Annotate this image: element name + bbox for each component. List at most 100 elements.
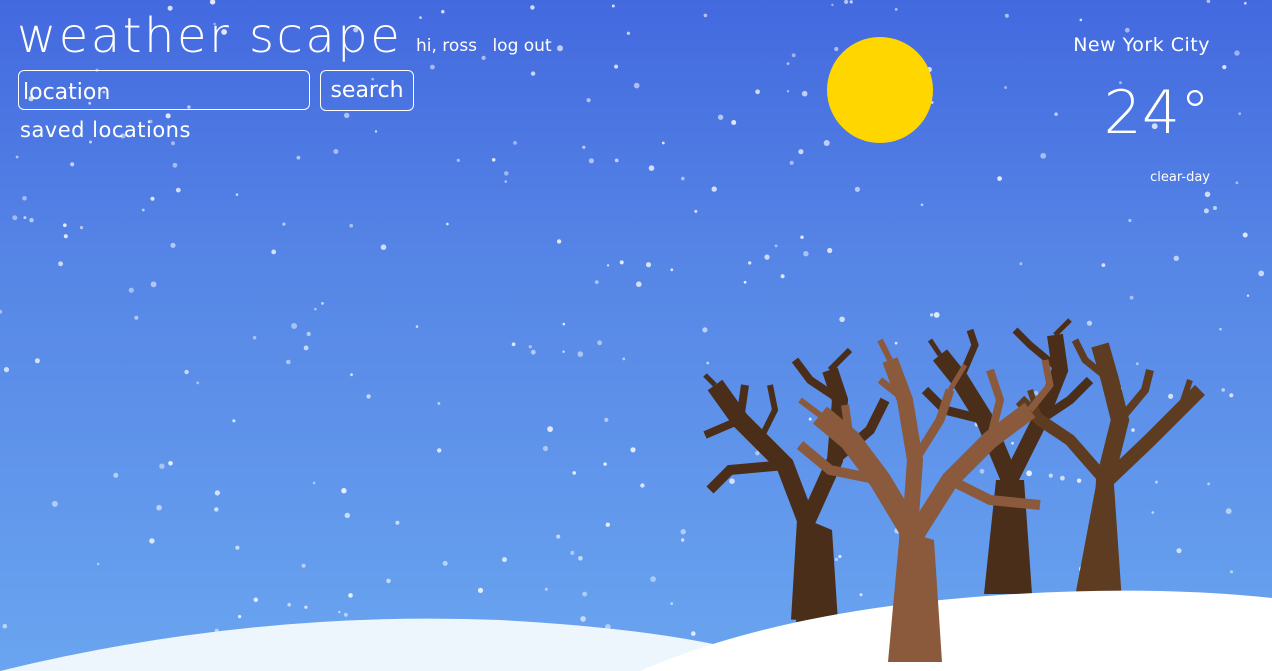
temperature-value: 24° — [1103, 78, 1210, 148]
snowflake — [542, 445, 549, 452]
snowflake — [415, 325, 419, 328]
snowflake — [1026, 470, 1032, 477]
snowflake — [349, 223, 354, 228]
snowflake — [789, 160, 794, 165]
snowflake — [930, 313, 934, 317]
snowflake — [839, 316, 845, 323]
snowflake — [703, 13, 708, 18]
snowflake — [51, 500, 58, 507]
snowflake — [572, 471, 576, 475]
snowflake — [282, 222, 286, 226]
search-button[interactable]: search — [320, 70, 414, 111]
snowflake — [1213, 206, 1217, 210]
snowflake — [1242, 232, 1248, 238]
snowflake — [586, 98, 591, 103]
snowflake — [743, 280, 747, 284]
snowflake — [1040, 152, 1047, 159]
snowflake — [1219, 327, 1222, 331]
snowflake — [350, 373, 353, 377]
snowflake — [748, 261, 752, 265]
snowflake — [23, 216, 27, 220]
snowflake — [619, 260, 624, 265]
snowflake — [803, 251, 809, 257]
location-search-input[interactable] — [18, 70, 310, 110]
snowflake — [338, 610, 341, 614]
snowflake — [780, 274, 785, 279]
snowflake — [333, 149, 339, 154]
snowflake — [633, 82, 640, 89]
weather-scene: weather scape hi, ross log out search sa… — [0, 0, 1272, 671]
snowflake — [1155, 480, 1158, 484]
snowflake — [172, 162, 178, 168]
snowflake — [1204, 191, 1211, 198]
snowflake — [491, 158, 496, 162]
snowflake — [604, 417, 609, 422]
snowflake — [808, 417, 812, 421]
snowflake — [170, 242, 176, 248]
snowflake — [544, 587, 548, 591]
snowflake — [1076, 478, 1082, 483]
app-title: weather scape — [17, 8, 403, 64]
snowflake — [271, 249, 277, 255]
snowflake — [979, 468, 985, 474]
snowflake — [694, 209, 698, 213]
snowflake — [603, 462, 607, 466]
snowflake — [661, 141, 665, 145]
snowflake — [159, 463, 165, 469]
snowflake — [933, 312, 940, 318]
snowflake — [849, 0, 853, 4]
snowflake — [844, 0, 849, 4]
snowflake — [196, 381, 200, 385]
snowflake — [854, 186, 861, 192]
snowflake — [997, 176, 1002, 182]
logout-link[interactable]: log out — [492, 36, 551, 56]
snowflake — [614, 158, 619, 163]
snowflake — [511, 342, 516, 347]
snowflake — [1004, 86, 1008, 89]
snowflake — [1229, 393, 1234, 398]
snowflake — [1229, 570, 1234, 574]
snowflake — [605, 522, 610, 527]
snowflake — [528, 345, 532, 349]
snowflake — [374, 130, 378, 133]
snowflake — [1079, 18, 1083, 22]
snowflake — [636, 281, 642, 288]
snowflake — [764, 254, 770, 260]
snowflake — [1222, 65, 1227, 70]
snowflake — [214, 507, 219, 512]
snowflake — [597, 340, 602, 346]
snowflake — [680, 529, 686, 535]
snowflake — [214, 490, 220, 496]
snowflake — [513, 141, 517, 145]
snowflake — [306, 331, 311, 337]
snowflake — [446, 222, 449, 226]
tree-back-right-trunk — [1074, 485, 1122, 602]
snowflake — [547, 426, 553, 432]
snowflake — [437, 448, 442, 453]
snowflake — [386, 578, 391, 584]
snowflake — [348, 593, 353, 598]
snowflake — [58, 261, 63, 267]
snowflake — [96, 562, 100, 566]
snowflake — [1246, 294, 1250, 297]
snowflake — [578, 556, 583, 561]
snowflake — [786, 90, 790, 93]
snowflake — [859, 593, 863, 597]
snowflake — [755, 89, 760, 95]
snowflake — [419, 16, 422, 19]
saved-locations-link[interactable]: saved locations — [20, 118, 191, 142]
snowflake — [312, 481, 316, 485]
snowflake — [556, 534, 561, 539]
snowflake — [235, 545, 240, 550]
snowflake — [582, 145, 586, 149]
user-links: hi, ross log out — [416, 36, 562, 56]
snowflake — [1207, 482, 1210, 486]
snowflake — [562, 350, 565, 353]
tree-front-trunk — [888, 530, 942, 662]
snowflake — [395, 520, 400, 525]
snowflake — [344, 112, 350, 119]
snowflake — [303, 345, 309, 351]
snowflake — [134, 315, 139, 320]
snowflake — [113, 472, 119, 478]
snowflake — [648, 165, 655, 171]
